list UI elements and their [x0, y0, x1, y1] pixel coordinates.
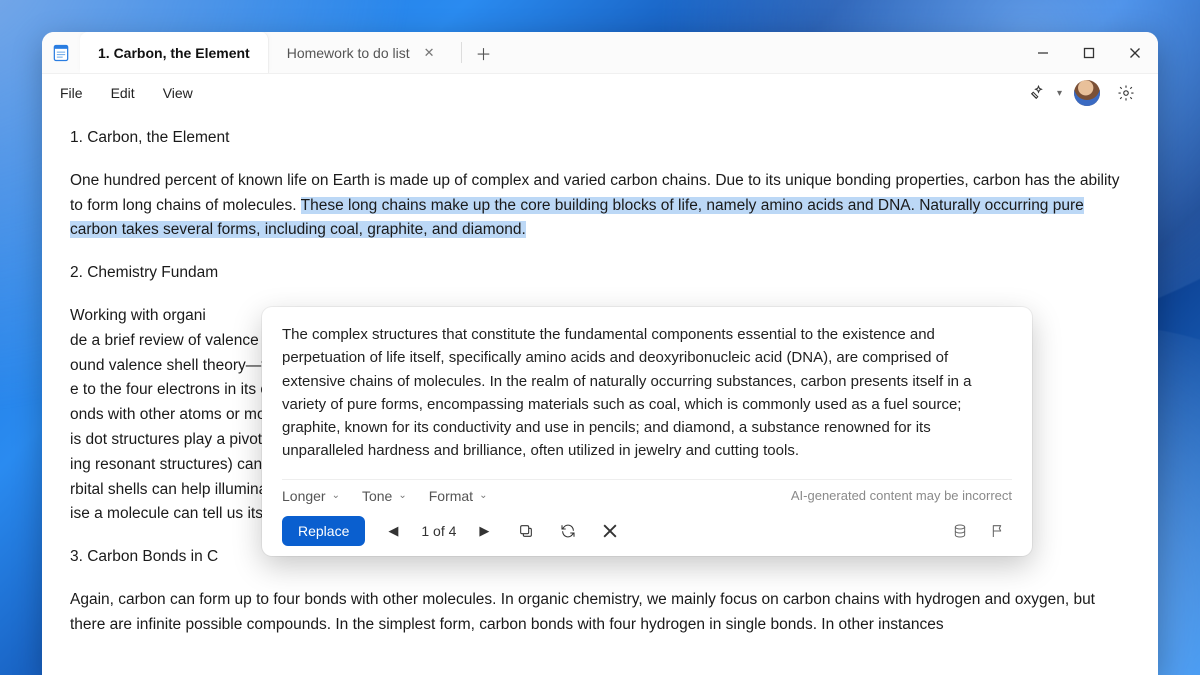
- close-popover-icon[interactable]: [596, 517, 624, 545]
- format-dropdown[interactable]: Format ⌄: [429, 488, 488, 504]
- tab-label: Homework to do list: [287, 45, 410, 61]
- avatar[interactable]: [1074, 80, 1100, 106]
- menubar: File Edit View ▾: [42, 74, 1158, 112]
- menu-edit[interactable]: Edit: [111, 85, 135, 101]
- doc-heading-2: 2. Chemistry Fundam: [70, 261, 1130, 286]
- flag-icon[interactable]: [984, 517, 1012, 545]
- doc-heading-1: 1. Carbon, the Element: [70, 126, 1130, 151]
- length-label: Longer: [282, 488, 326, 504]
- ai-disclaimer-text: AI-generated content may be incorrect: [791, 488, 1012, 503]
- suggestion-page-indicator: 1 of 4: [421, 523, 456, 539]
- tab-separator: [461, 42, 462, 63]
- menu-view[interactable]: View: [163, 85, 193, 101]
- replace-button[interactable]: Replace: [282, 516, 365, 546]
- ai-suggestion-text: The complex structures that constitute t…: [282, 323, 1012, 463]
- tone-label: Tone: [362, 488, 392, 504]
- notepad-app-icon: [42, 32, 80, 73]
- tab-active[interactable]: 1. Carbon, the Element: [80, 32, 269, 73]
- chevron-down-icon[interactable]: ▾: [1057, 88, 1062, 99]
- doc-paragraph-3: Again, carbon can form up to four bonds …: [70, 588, 1130, 638]
- window-controls: [1020, 32, 1158, 73]
- popover-controls: Longer ⌄ Tone ⌄ Format ⌄ AI-generated co…: [282, 479, 1012, 504]
- maximize-button[interactable]: [1066, 32, 1112, 73]
- chevron-down-icon: ⌄: [398, 490, 406, 501]
- gear-icon[interactable]: [1112, 79, 1140, 107]
- add-tab-button[interactable]: ＋: [466, 32, 502, 73]
- previous-suggestion-button[interactable]: ◀: [379, 517, 407, 545]
- notepad-window: 1. Carbon, the Element Homework to do li…: [42, 32, 1158, 675]
- chevron-down-icon: ⌄: [332, 490, 340, 501]
- ai-rewrite-popover: The complex structures that constitute t…: [262, 307, 1032, 556]
- minimize-button[interactable]: [1020, 32, 1066, 73]
- data-usage-icon[interactable]: [946, 517, 974, 545]
- next-suggestion-button[interactable]: ▶: [470, 517, 498, 545]
- close-tab-icon[interactable]: ✕: [420, 43, 439, 63]
- regenerate-icon[interactable]: [554, 517, 582, 545]
- menu-file[interactable]: File: [60, 85, 83, 101]
- chevron-down-icon: ⌄: [479, 490, 487, 501]
- tone-dropdown[interactable]: Tone ⌄: [362, 488, 407, 504]
- length-dropdown[interactable]: Longer ⌄: [282, 488, 340, 504]
- tab-label: 1. Carbon, the Element: [98, 45, 250, 61]
- popover-actions: Replace ◀ 1 of 4 ▶: [282, 516, 1012, 546]
- titlebar: 1. Carbon, the Element Homework to do li…: [42, 32, 1158, 74]
- magic-rewrite-icon[interactable]: [1023, 79, 1051, 107]
- tab-inactive[interactable]: Homework to do list ✕: [269, 32, 457, 73]
- close-window-button[interactable]: [1112, 32, 1158, 73]
- copy-icon[interactable]: [512, 517, 540, 545]
- doc-paragraph-1: One hundred percent of known life on Ear…: [70, 169, 1130, 243]
- format-label: Format: [429, 488, 473, 504]
